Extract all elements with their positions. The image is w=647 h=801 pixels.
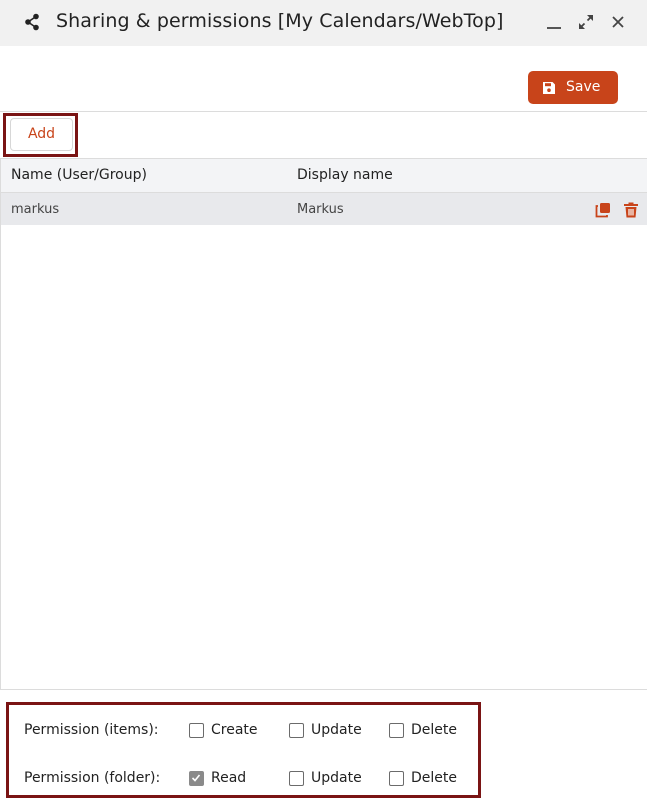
checkbox-items-create-label[interactable]: Create (211, 722, 258, 738)
cell-name: markus (11, 202, 60, 217)
minimize-icon[interactable] (544, 12, 564, 32)
save-button-label: Save (566, 79, 601, 95)
checkbox-folder-update[interactable] (289, 771, 304, 786)
cell-display-name: Markus (297, 202, 344, 217)
checkbox-items-delete-label[interactable]: Delete (411, 722, 457, 738)
checkbox-items-create[interactable] (189, 723, 204, 738)
copy-icon[interactable] (595, 202, 611, 218)
column-header-display-name[interactable]: Display name (297, 167, 393, 183)
table-row[interactable]: markus Markus (1, 193, 647, 225)
checkbox-items-update-label[interactable]: Update (311, 722, 362, 738)
checkbox-folder-read-label[interactable]: Read (211, 770, 246, 786)
close-icon[interactable] (608, 12, 628, 32)
floppy-disk-icon (543, 82, 555, 94)
column-header-name[interactable]: Name (User/Group) (11, 167, 147, 183)
checkbox-folder-update-label[interactable]: Update (311, 770, 362, 786)
maximize-icon[interactable] (576, 12, 596, 32)
permission-folder-label: Permission (folder): (24, 770, 161, 786)
checkbox-items-update[interactable] (289, 723, 304, 738)
toolbar-divider (0, 111, 647, 112)
checkbox-items-delete[interactable] (389, 723, 404, 738)
share-icon (25, 13, 39, 31)
add-button[interactable]: Add (10, 118, 73, 151)
trash-icon[interactable] (623, 202, 639, 218)
checkmark-icon (191, 774, 201, 782)
checkbox-folder-read[interactable] (189, 771, 204, 786)
sharing-grid: Name (User/Group) Display name markus Ma… (0, 158, 647, 690)
permission-items-label: Permission (items): (24, 722, 159, 738)
checkbox-folder-delete-label[interactable]: Delete (411, 770, 457, 786)
grid-header: Name (User/Group) Display name (1, 158, 647, 193)
checkbox-folder-delete[interactable] (389, 771, 404, 786)
save-button[interactable]: Save (528, 71, 618, 104)
title-bar: Sharing & permissions [My Calendars/WebT… (0, 0, 647, 46)
window-title: Sharing & permissions [My Calendars/WebT… (56, 10, 504, 32)
